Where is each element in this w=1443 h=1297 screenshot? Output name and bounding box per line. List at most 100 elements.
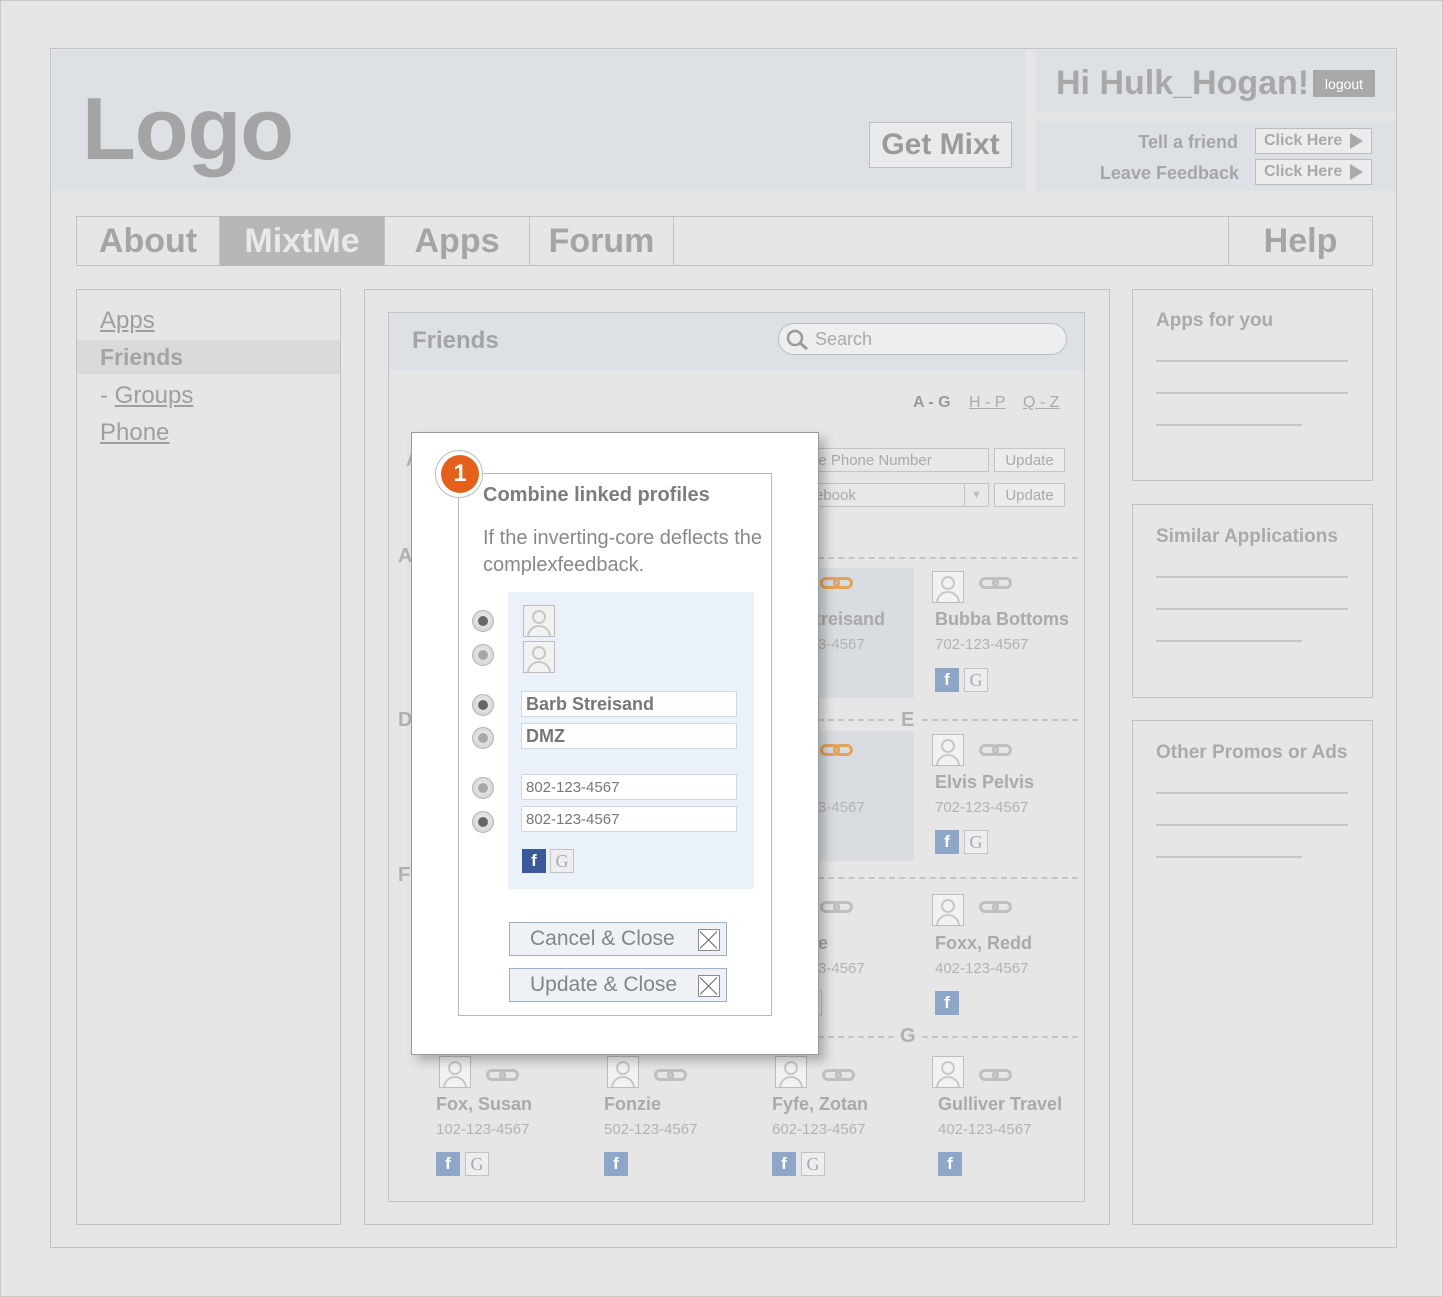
placeholder-line (1156, 392, 1348, 394)
sidebar-item-groups[interactable]: Groups (115, 382, 194, 409)
tell-friend-label: Tell a friend (1138, 132, 1238, 152)
friend-name[interactable]: e (818, 933, 828, 954)
avatar-icon (439, 1056, 471, 1088)
link-icon[interactable] (820, 901, 854, 913)
avatar-icon (932, 894, 964, 926)
tell-friend-button[interactable]: Click Here (1255, 128, 1372, 154)
update-phone-button[interactable]: Update (994, 448, 1065, 472)
close-icon (698, 929, 720, 951)
phone-option-1-radio[interactable] (472, 777, 494, 799)
apps-for-you-title: Apps for you (1156, 310, 1274, 331)
avatar-option-1-radio[interactable] (472, 610, 494, 632)
link-icon[interactable] (820, 744, 854, 756)
sidebar-item-apps[interactable]: Apps (100, 307, 155, 335)
friend-phone: 3-4567 (818, 960, 865, 977)
link-icon[interactable] (979, 1069, 1013, 1081)
avatar-icon (932, 1056, 964, 1088)
update-source-button[interactable]: Update (994, 483, 1065, 507)
friend-phone: 402-123-4567 (935, 960, 1029, 977)
friend-phone: 502-123-4567 (604, 1121, 698, 1138)
source-select[interactable]: ebook ▼ (808, 483, 989, 507)
link-icon[interactable] (979, 901, 1013, 913)
link-icon[interactable] (979, 744, 1013, 756)
section-divider (818, 719, 894, 721)
google-icon[interactable]: G (964, 830, 988, 854)
placeholder-line (1156, 360, 1348, 362)
tab-mixtme[interactable]: MixtMe (220, 216, 385, 266)
greeting-text: Hi Hulk_Hogan! (1056, 64, 1310, 102)
section-divider (818, 877, 1078, 879)
click-here-label: Click Here (1264, 163, 1343, 180)
friend-name[interactable]: Bubba Bottoms (935, 609, 1069, 630)
placeholder-line (1156, 640, 1302, 642)
sidebar-item-friends[interactable]: Friends (100, 344, 183, 371)
placeholder-line (1156, 792, 1348, 794)
step-badge: 1 (441, 455, 479, 493)
facebook-icon[interactable]: f (772, 1152, 796, 1176)
source-select-value: ebook (815, 486, 856, 504)
tab-apps[interactable]: Apps (385, 216, 530, 266)
get-mixt-button[interactable]: Get Mixt (869, 122, 1012, 168)
modal-title: Combine linked profiles (483, 484, 710, 506)
friend-name[interactable]: Foxx, Redd (935, 933, 1032, 954)
placeholder-line (1156, 576, 1348, 578)
phone-option-2-radio[interactable] (472, 811, 494, 833)
name-option-1-radio[interactable] (472, 694, 494, 716)
google-icon[interactable]: G (964, 668, 988, 692)
avatar-option-2-radio[interactable] (472, 644, 494, 666)
friend-name[interactable]: Fox, Susan (436, 1094, 532, 1115)
link-icon[interactable] (979, 577, 1013, 589)
google-icon[interactable]: G (465, 1152, 489, 1176)
avatar-icon (932, 734, 964, 766)
facebook-icon[interactable]: f (935, 991, 959, 1015)
modal-description: If the inverting-core deflects the compl… (483, 527, 763, 576)
friend-name[interactable]: Gulliver Travel (938, 1094, 1062, 1115)
leave-feedback-button[interactable]: Click Here (1255, 159, 1372, 185)
section-divider (922, 1036, 1078, 1038)
friend-name[interactable]: Elvis Pelvis (935, 772, 1034, 793)
friend-name[interactable]: Fyfe, Zotan (772, 1094, 868, 1115)
friend-name[interactable]: treisand (815, 609, 885, 630)
link-icon[interactable] (654, 1069, 688, 1081)
alpha-filter-h-p[interactable]: H - P (969, 394, 1005, 412)
sidebar-item-groups-prefix: - (100, 382, 115, 409)
tab-forum[interactable]: Forum (530, 216, 674, 266)
tab-about[interactable]: About (77, 216, 220, 266)
link-icon[interactable] (486, 1069, 520, 1081)
section-letter-f: F (398, 864, 411, 886)
sidebar-item-phone[interactable]: Phone (100, 419, 169, 447)
link-icon[interactable] (822, 1069, 856, 1081)
alpha-filter-a-g[interactable]: A - G (913, 394, 951, 412)
link-icon[interactable] (820, 577, 854, 589)
search-placeholder: Search (815, 329, 873, 349)
facebook-icon[interactable]: f (436, 1152, 460, 1176)
name-option-1: Barb Streisand (521, 691, 737, 717)
logo[interactable]: Logo (82, 78, 294, 180)
facebook-icon[interactable]: f (935, 668, 959, 692)
alpha-filter-q-z[interactable]: Q - Z (1023, 394, 1059, 412)
google-icon: G (550, 849, 574, 873)
facebook-icon[interactable]: f (938, 1152, 962, 1176)
cancel-close-button[interactable]: Cancel & Close (509, 922, 727, 956)
play-arrow-icon (1350, 164, 1364, 180)
placeholder-line (1156, 856, 1302, 858)
friend-name[interactable]: Fonzie (604, 1094, 661, 1115)
phone-number-field[interactable]: le Phone Number (808, 448, 989, 472)
similar-apps-title: Similar Applications (1156, 526, 1338, 547)
close-icon (698, 975, 720, 997)
facebook-icon[interactable]: f (935, 830, 959, 854)
name-option-2: DMZ (521, 723, 737, 749)
avatar-icon (607, 1056, 639, 1088)
update-close-button[interactable]: Update & Close (509, 968, 727, 1002)
facebook-icon[interactable]: f (604, 1152, 628, 1176)
logout-button[interactable]: logout (1313, 70, 1375, 97)
section-divider (818, 557, 1078, 559)
tab-help[interactable]: Help (1228, 216, 1372, 266)
section-divider (922, 719, 1078, 721)
name-option-2-radio[interactable] (472, 727, 494, 749)
phone-option-2: 802-123-4567 (521, 806, 737, 832)
sidebar-item-groups-wrap: - Groups (100, 382, 193, 410)
placeholder-line (1156, 824, 1348, 826)
phone-option-1: 802-123-4567 (521, 774, 737, 800)
google-icon[interactable]: G (801, 1152, 825, 1176)
